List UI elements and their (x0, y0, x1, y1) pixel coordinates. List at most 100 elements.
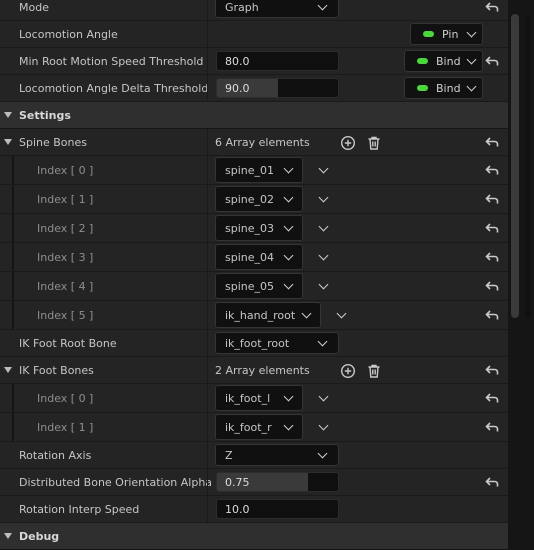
trash-icon[interactable] (366, 363, 382, 379)
spine-bone-row: Index [ 4 ] spine_05 (0, 272, 508, 301)
label-spine-bones: Spine Bones (19, 135, 88, 149)
reset-arrow-icon[interactable] (484, 0, 500, 15)
mode-value: Graph (225, 0, 259, 14)
loco-angle-delta-value: 90.0 (225, 81, 250, 95)
row-locomotion-angle: Locomotion Angle Pin (0, 21, 508, 48)
reset-arrow-icon[interactable] (484, 134, 500, 150)
bone-combo[interactable]: spine_05 (215, 273, 303, 299)
loco-angle-delta-slider[interactable]: 90.0 (216, 78, 339, 98)
index-label: Index [ 1 ] (37, 420, 94, 434)
trash-icon[interactable] (366, 135, 382, 151)
pin-label: Pin (442, 27, 459, 41)
chevron-down-icon (301, 308, 312, 319)
chevron-down-icon (283, 250, 294, 261)
label-mode: Mode (19, 0, 49, 14)
scrollbar-handle[interactable] (525, 14, 531, 318)
reset-arrow-icon[interactable] (484, 162, 500, 178)
bind-status-icon (417, 58, 428, 64)
distributed-alpha-slider[interactable]: 0.75 (216, 472, 339, 492)
ik-foot-bone-row: Index [ 1 ] ik_foot_r (0, 413, 508, 442)
reset-arrow-icon[interactable] (484, 419, 500, 435)
expand-triangle-icon[interactable] (4, 139, 12, 145)
mode-combo[interactable]: Graph (215, 0, 339, 18)
reset-arrow-icon[interactable] (484, 390, 500, 406)
chevron-down-icon[interactable] (318, 391, 329, 402)
bone-value: spine_02 (225, 192, 275, 206)
pin-toggle-button[interactable]: Pin (410, 23, 483, 45)
bind-label: Bind (436, 54, 461, 68)
chevron-down-icon (283, 420, 294, 431)
row-spine-bones: Spine Bones 6 Array elements (0, 129, 508, 156)
bone-value: spine_03 (225, 221, 275, 235)
chevron-down-icon[interactable] (336, 308, 347, 319)
bind-status-icon (417, 85, 428, 91)
chevron-down-icon[interactable] (318, 221, 329, 232)
ik-foot-root-combo[interactable]: ik_foot_root (215, 332, 339, 354)
chevron-down-icon[interactable] (318, 279, 329, 290)
bone-combo[interactable]: spine_01 (215, 157, 303, 183)
spine-bones-count: 6 Array elements (215, 135, 310, 149)
reset-arrow-icon[interactable] (484, 191, 500, 207)
add-element-icon[interactable] (340, 363, 356, 379)
row-min-root-motion: Min Root Motion Speed Threshold 80.0 Bin… (0, 48, 508, 75)
bone-combo[interactable]: ik_hand_root (215, 302, 321, 328)
spine-bone-row: Index [ 5 ] ik_hand_root (0, 301, 508, 330)
chevron-down-icon (283, 192, 294, 203)
details-panel: Mode Graph Locomotion Angle Pin Min Root… (0, 0, 508, 550)
bone-value: spine_04 (225, 250, 275, 264)
add-element-icon[interactable] (340, 135, 356, 151)
label-rotation-interp: Rotation Interp Speed (19, 502, 140, 516)
section-settings-label: Settings (19, 108, 71, 122)
chevron-down-icon (466, 81, 477, 92)
bone-value: ik_foot_r (225, 420, 272, 434)
bone-combo[interactable]: ik_foot_r (215, 414, 303, 440)
chevron-down-icon[interactable] (318, 163, 329, 174)
reset-arrow-icon[interactable] (484, 278, 500, 294)
reset-arrow-icon[interactable] (484, 474, 500, 490)
label-loco-angle-delta: Locomotion Angle Delta Threshold (19, 81, 209, 95)
chevron-down-icon (283, 163, 294, 174)
chevron-down-icon (283, 279, 294, 290)
bone-combo[interactable]: spine_02 (215, 186, 303, 212)
chevron-down-icon (317, 448, 328, 459)
label-ik-foot-root-bone: IK Foot Root Bone (19, 336, 117, 350)
bone-value: spine_01 (225, 163, 275, 177)
bone-combo[interactable]: spine_04 (215, 244, 303, 270)
chevron-down-icon (466, 54, 477, 65)
reset-arrow-icon[interactable] (484, 307, 500, 323)
chevron-down-icon[interactable] (318, 192, 329, 203)
expand-triangle-icon[interactable] (4, 533, 12, 539)
row-distributed-alpha: Distributed Bone Orientation Alpha 0.75 (0, 469, 508, 496)
reset-arrow-icon[interactable] (484, 249, 500, 265)
spine-bone-row: Index [ 0 ] spine_01 (0, 156, 508, 185)
spine-bone-row: Index [ 2 ] spine_03 (0, 214, 508, 243)
chevron-down-icon[interactable] (318, 250, 329, 261)
bone-combo[interactable]: ik_foot_l (215, 385, 303, 411)
row-rotation-interp: Rotation Interp Speed 10.0 (0, 496, 508, 523)
rotation-interp-input[interactable]: 10.0 (216, 499, 339, 519)
rotation-axis-combo[interactable]: Z (215, 444, 339, 466)
label-distributed-alpha: Distributed Bone Orientation Alpha (19, 475, 213, 489)
reset-arrow-icon[interactable] (484, 362, 500, 378)
distributed-alpha-value: 0.75 (225, 475, 250, 489)
bone-value: ik_hand_root (225, 308, 296, 322)
bind-button[interactable]: Bind (404, 77, 483, 99)
bone-combo[interactable]: spine_03 (215, 215, 303, 241)
chevron-down-icon (317, 336, 328, 347)
label-ik-foot-bones: IK Foot Bones (19, 363, 94, 377)
spine-bone-row: Index [ 1 ] spine_02 (0, 185, 508, 214)
expand-triangle-icon[interactable] (4, 367, 12, 373)
section-debug[interactable]: Debug (0, 523, 508, 550)
ik-foot-bone-row: Index [ 0 ] ik_foot_l (0, 384, 508, 413)
reset-arrow-icon[interactable] (484, 53, 500, 69)
bind-button[interactable]: Bind (404, 50, 483, 72)
section-settings[interactable]: Settings (0, 102, 508, 129)
chevron-down-icon[interactable] (318, 420, 329, 431)
row-mode: Mode Graph (0, 0, 508, 21)
ik-foot-bones-count: 2 Array elements (215, 363, 310, 377)
min-root-motion-input[interactable]: 80.0 (216, 51, 339, 71)
reset-arrow-icon[interactable] (484, 220, 500, 236)
expand-triangle-icon[interactable] (4, 112, 12, 118)
index-label: Index [ 2 ] (37, 221, 94, 235)
scrollbar-thumb[interactable] (511, 14, 519, 318)
